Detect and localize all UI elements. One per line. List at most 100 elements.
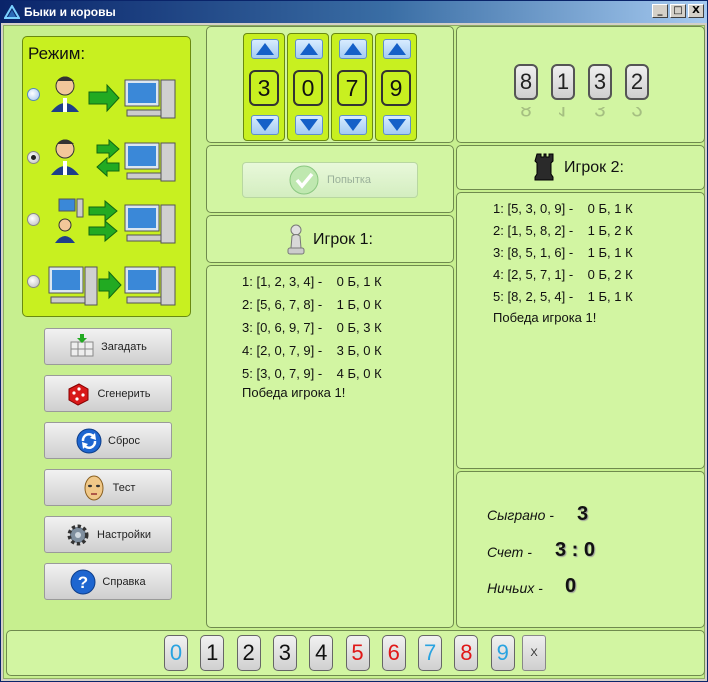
arrow-down-icon: [300, 119, 318, 131]
face-icon: [81, 475, 107, 501]
digit-spinner-2: 0: [287, 33, 329, 141]
digit-key-9[interactable]: 9: [490, 635, 515, 671]
arrow-down-icon: [256, 119, 274, 131]
draws-label: Ничьих -: [487, 580, 543, 596]
player1-result: Победа игрока 1!: [242, 385, 346, 400]
player1-attempt-4: 4: [2, 0, 7, 9] - 3 Б, 0 К: [242, 343, 382, 358]
mode-radio-1[interactable]: [27, 88, 40, 101]
player1-header: Игрок 1:: [206, 215, 454, 263]
grid-arrow-icon: [69, 333, 95, 360]
digit-key-0[interactable]: 0: [164, 635, 188, 671]
player1-attempt-3: 3: [0, 6, 9, 7] - 0 Б, 3 К: [242, 320, 382, 335]
secret-digit-reflection-2: 1: [551, 107, 575, 119]
generate-button-label: Сгенерить: [97, 387, 151, 400]
score-value: 3 : 0: [555, 539, 596, 561]
player2-attempt-3: 3: [8, 5, 1, 6] - 1 Б, 1 К: [493, 245, 633, 260]
mode-option-computer-vs-computer[interactable]: [27, 259, 182, 311]
player2-attempt-1: 1: [5, 3, 0, 9] - 0 Б, 1 К: [493, 201, 633, 216]
mode-option-player-computer-vs-computer[interactable]: [27, 197, 182, 249]
digit-key-5[interactable]: 5: [345, 635, 370, 671]
client-area: Режим: Загадать Сгенерить Сброс Тест Нас…: [3, 25, 705, 679]
computer-vs-computer-icon: [48, 266, 176, 306]
digit-key-2[interactable]: 2: [236, 635, 261, 671]
reflection-text: 1: [551, 107, 575, 119]
player1-attempt-5: 5: [3, 0, 7, 9] - 4 Б, 0 К: [242, 366, 382, 381]
digit-key-4[interactable]: 4: [309, 635, 334, 671]
help-button-label: Справка: [102, 575, 146, 588]
main-window: Быки и коровы _ □ X Режим: Загадать Сген…: [0, 0, 708, 682]
secret-digit-reflection-3: 3: [588, 107, 612, 119]
digit-key-7[interactable]: 7: [418, 635, 443, 671]
attempt-button[interactable]: Попытка: [242, 162, 418, 198]
spinner-4-value: 9: [381, 70, 411, 106]
digit-spinner-1: 3: [243, 33, 285, 141]
digit-key-6[interactable]: 6: [381, 635, 406, 671]
player1-attempt-2: 2: [5, 6, 7, 8] - 1 Б, 0 К: [242, 297, 382, 312]
player2-title: Игрок 2:: [564, 159, 624, 176]
spinner-3-up-button[interactable]: [339, 39, 367, 59]
mode-radio-2[interactable]: [27, 151, 40, 164]
svg-text:?: ?: [78, 573, 88, 592]
secret-number-panel: 8 1 3 2 8 1 3 2: [456, 26, 705, 143]
spinner-2-value: 0: [293, 70, 323, 106]
generate-button[interactable]: Сгенерить: [44, 375, 172, 412]
arrow-down-icon: [344, 119, 362, 131]
player2-attempt-4: 4: [2, 5, 7, 1] - 0 Б, 2 К: [493, 267, 633, 282]
spinner-2-up-button[interactable]: [295, 39, 323, 59]
maximize-button[interactable]: □: [670, 4, 686, 18]
score-label: Счет -: [487, 544, 532, 560]
reset-button[interactable]: Сброс: [44, 422, 172, 459]
reset-button-label: Сброс: [108, 434, 140, 447]
player1-title: Игрок 1:: [313, 231, 373, 248]
spinner-4-down-button[interactable]: [383, 115, 411, 135]
guess-button[interactable]: Загадать: [44, 328, 172, 365]
spinner-2-down-button[interactable]: [295, 115, 323, 135]
arrow-up-icon: [300, 43, 318, 55]
window-title: Быки и коровы: [24, 5, 116, 19]
test-button-label: Тест: [112, 481, 136, 494]
clear-button[interactable]: X: [522, 635, 546, 671]
secret-digit-reflection-4: 2: [625, 107, 649, 119]
player2-attempt-2: 2: [1, 5, 8, 2] - 1 Б, 2 К: [493, 223, 633, 238]
help-icon: ?: [70, 569, 96, 595]
attempt-panel: Попытка: [206, 145, 454, 213]
settings-button-label: Настройки: [97, 528, 151, 541]
help-button[interactable]: ? Справка: [44, 563, 172, 600]
played-label: Сыграно -: [487, 507, 554, 523]
mode-radio-3[interactable]: [27, 213, 40, 226]
reflection-text: 8: [514, 107, 538, 119]
digit-key-8[interactable]: 8: [454, 635, 479, 671]
checkmark-icon: [289, 165, 319, 195]
mode-option-player-and-computer[interactable]: [27, 135, 182, 187]
digit-spinner-4: 9: [375, 33, 417, 141]
digit-spinner-3: 7: [331, 33, 373, 141]
mode-panel: Режим:: [22, 36, 191, 317]
settings-button[interactable]: Настройки: [44, 516, 172, 553]
player-computer-vs-computer-icon: [55, 198, 176, 244]
secret-digit-1: 8: [514, 64, 538, 100]
secret-digit-reflection-1: 8: [514, 107, 538, 119]
spinner-3-down-button[interactable]: [339, 115, 367, 135]
digit-key-1[interactable]: 1: [200, 635, 225, 671]
spinner-4-up-button[interactable]: [383, 39, 411, 59]
arrow-down-icon: [388, 119, 406, 131]
mode-option-player-vs-computer[interactable]: [27, 72, 182, 124]
secret-digit-2: 1: [551, 64, 575, 100]
arrow-up-icon: [256, 43, 274, 55]
digit-key-3[interactable]: 3: [272, 635, 297, 671]
spinner-1-up-button[interactable]: [251, 39, 279, 59]
spinner-3-value: 7: [337, 70, 367, 106]
test-button[interactable]: Тест: [44, 469, 172, 506]
player1-attempt-1: 1: [1, 2, 3, 4] - 0 Б, 1 К: [242, 274, 382, 289]
arrow-up-icon: [344, 43, 362, 55]
close-button[interactable]: X: [688, 4, 704, 18]
title-bar[interactable]: Быки и коровы _ □ X: [1, 1, 707, 23]
mode-radio-4[interactable]: [27, 275, 40, 288]
spinner-1-down-button[interactable]: [251, 115, 279, 135]
draws-value: 0: [565, 575, 577, 597]
spinner-1-value: 3: [249, 70, 279, 106]
player-vs-computer-icon: [51, 76, 176, 119]
attempt-button-label: Попытка: [326, 174, 372, 186]
minimize-button[interactable]: _: [652, 4, 668, 18]
guess-button-label: Загадать: [101, 340, 147, 353]
